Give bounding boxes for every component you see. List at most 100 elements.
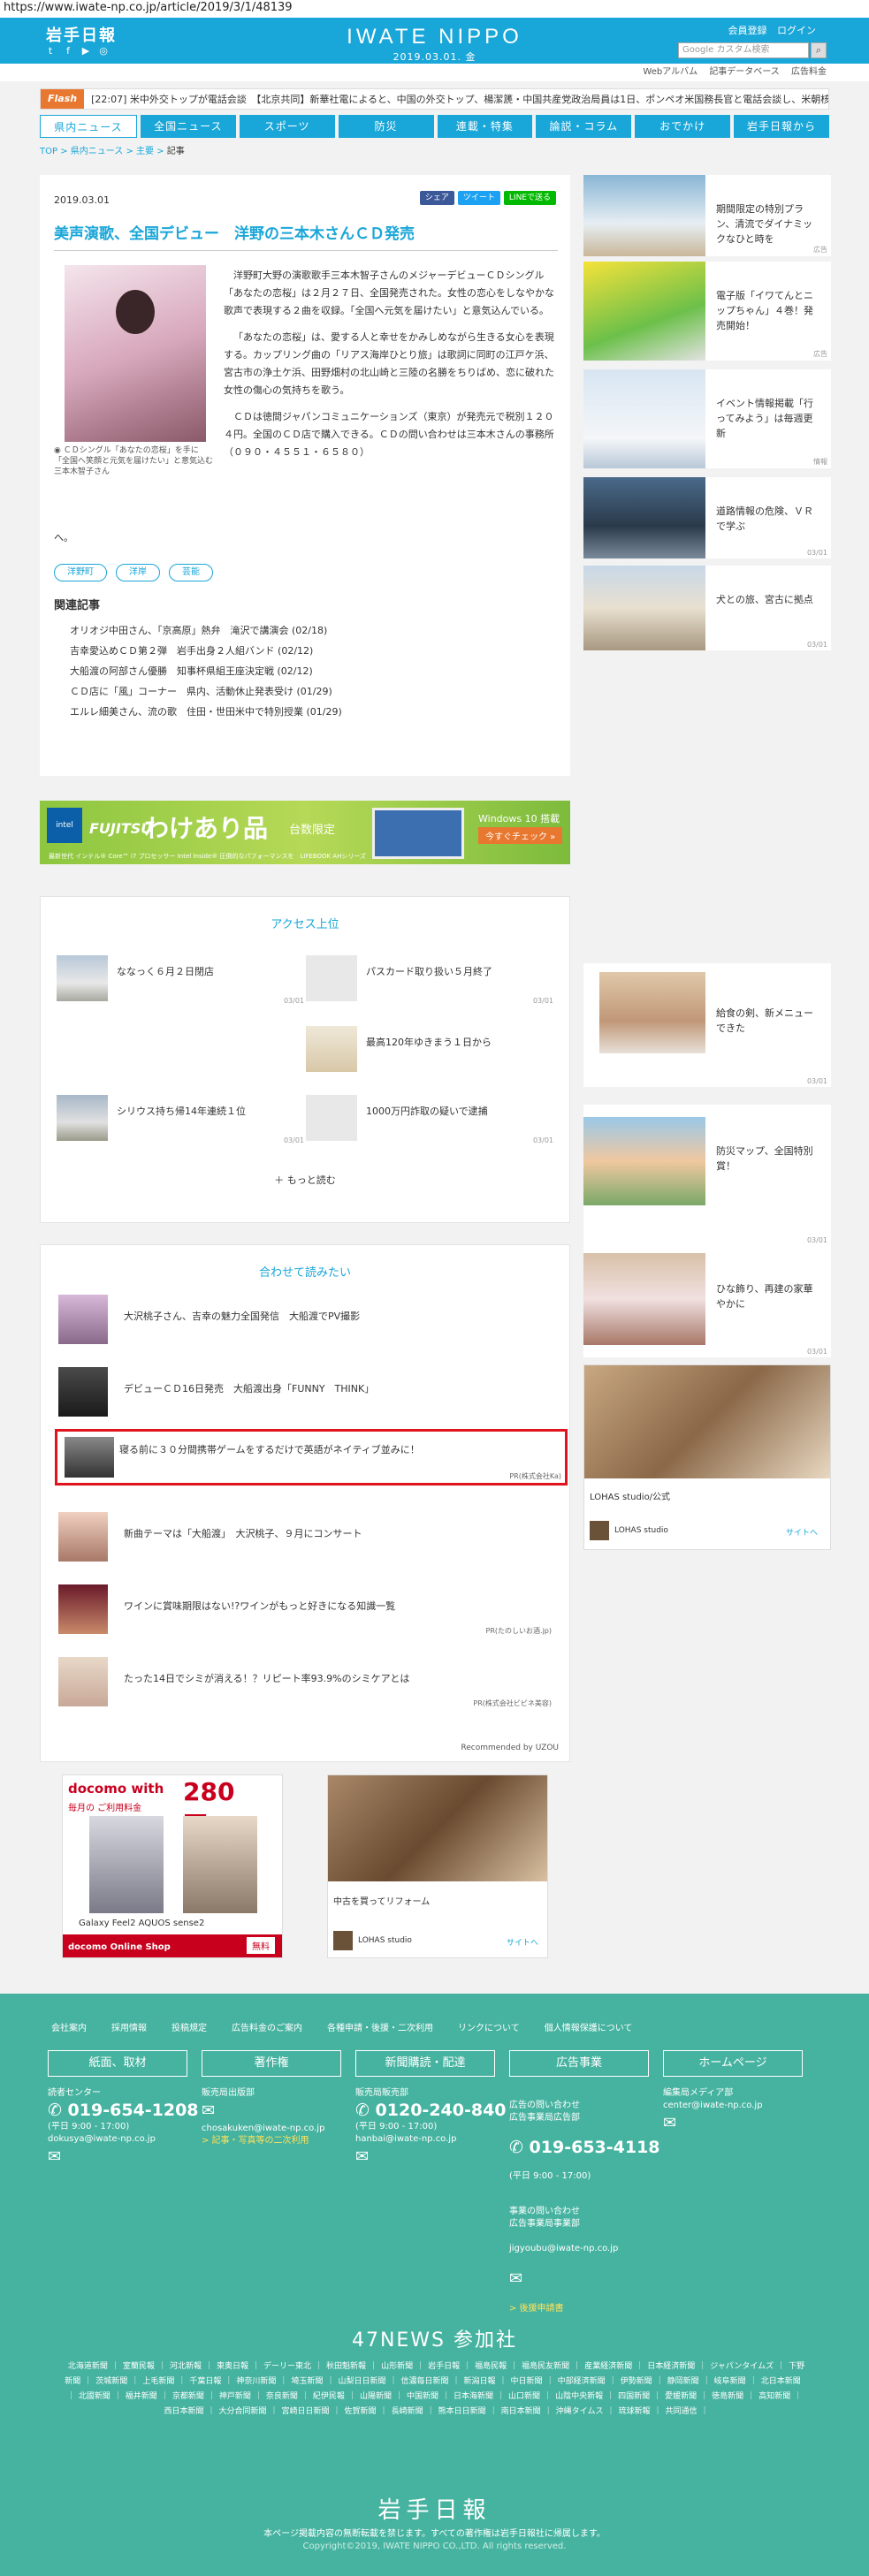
banner-cta[interactable]: 今すぐチェック »: [478, 827, 563, 844]
related-link[interactable]: 吉幸愛込めＣＤ第２弾 岩手出身２人組バンド (02/12): [70, 641, 342, 661]
newspaper-link[interactable]: 山陽新聞: [360, 2392, 392, 2401]
newspaper-link[interactable]: 埼玉新聞: [291, 2377, 323, 2386]
newspaper-link[interactable]: 信濃毎日新聞: [400, 2377, 448, 2386]
uzou-powered[interactable]: Recommended by UZOU: [461, 1744, 559, 1752]
newspaper-link[interactable]: 静岡新聞: [667, 2377, 699, 2386]
newspaper-link[interactable]: 日本海新聞: [454, 2392, 493, 2401]
phone-number[interactable]: ✆ 0120-240-840: [355, 2100, 507, 2121]
ranking-item[interactable]: 1000万円詐取の疑いで逮捕 03/01: [306, 1095, 553, 1146]
recommend-item[interactable]: デビューＣＤ16日発売 大船渡出身「FUNNY THINK」: [55, 1367, 555, 1420]
nav-sports[interactable]: スポーツ: [239, 115, 335, 138]
side-item[interactable]: 給食の剣、新メニューできた 03/01: [583, 963, 831, 1087]
subnav-album[interactable]: Webアルバム: [643, 67, 697, 77]
newspaper-link[interactable]: 日本経済新聞: [647, 2362, 695, 2371]
subnav-database[interactable]: 記事データベース: [709, 67, 780, 77]
nav-local-news[interactable]: 県内ニュース: [40, 115, 137, 138]
newspaper-link[interactable]: 北國新聞: [79, 2392, 111, 2401]
mail-icon[interactable]: ✉: [509, 2268, 660, 2291]
recommend-item[interactable]: たった14日でシミが消える！？リピート率93.9%のシミケアとは PR(株式会社…: [55, 1657, 555, 1710]
recommend-item[interactable]: 新曲テーマは「大船渡」 大沢桃子、９月にコンサート: [55, 1512, 555, 1565]
footer-link[interactable]: 会社案内: [51, 2020, 87, 2033]
secondary-use-link[interactable]: > 記事・写真等の二次利用: [202, 2135, 324, 2147]
ranking-item[interactable]: ななっく６月２日閉店 03/01: [57, 955, 304, 1007]
newspaper-link[interactable]: 愛媛新聞: [665, 2392, 697, 2401]
footer-link[interactable]: 広告料金のご案内: [232, 2020, 302, 2033]
mail-icon[interactable]: ✉: [48, 2146, 199, 2169]
newspaper-link[interactable]: 中部経済新聞: [558, 2377, 606, 2386]
recommend-ad-highlight[interactable]: 寝る前に３０分間携帯ゲームをするだけで英語がネイティブ並みに！ PR(株式会社K…: [55, 1429, 568, 1486]
newspaper-link[interactable]: 山梨日日新聞: [338, 2377, 385, 2386]
subnav-adrates[interactable]: 広告料金: [791, 67, 827, 77]
newspaper-link[interactable]: 徳島新聞: [712, 2392, 743, 2401]
search-button[interactable]: ⌕: [811, 42, 827, 58]
line-share-button[interactable]: LINEで送る: [503, 191, 556, 205]
sponsor-form-link[interactable]: > 後援申請書: [509, 2303, 660, 2315]
newspaper-link[interactable]: 神奈川新聞: [236, 2377, 276, 2386]
fujitsu-banner-ad[interactable]: intel FUJITSU わけあり品 台数限定 Windows 10 搭載 今…: [40, 801, 570, 864]
ranking-item[interactable]: パスカード取り扱い５月終了 03/01: [306, 955, 553, 1007]
newspaper-link[interactable]: 中国新聞: [407, 2392, 438, 2401]
newspaper-link[interactable]: 山口新聞: [508, 2392, 540, 2401]
recommend-item[interactable]: ワインに賞味期限はない!?ワインがもっと好きになる知識一覧 PR(たのしいお酒.…: [55, 1584, 555, 1638]
newspaper-link[interactable]: 福井新聞: [126, 2392, 157, 2401]
newspaper-link[interactable]: 西日本新聞: [164, 2407, 203, 2416]
newspaper-link[interactable]: 山形新聞: [381, 2362, 413, 2371]
newspaper-link[interactable]: 秋田魁新報: [326, 2362, 366, 2371]
nav-national-news[interactable]: 全国ニュース: [140, 115, 236, 138]
search-input[interactable]: Google カスタム検索: [678, 42, 809, 58]
newspaper-link[interactable]: 中日新聞: [511, 2377, 543, 2386]
newspaper-link[interactable]: 河北新報: [170, 2362, 202, 2371]
newspaper-link[interactable]: 福島民報: [475, 2362, 507, 2371]
newspaper-link[interactable]: 紀伊民報: [313, 2392, 345, 2401]
newspaper-link[interactable]: 南日本新聞: [501, 2407, 541, 2416]
ranking-item[interactable]: シリウス持ち帰14年連続１位 03/01: [57, 1095, 304, 1146]
ad-cta[interactable]: サイトへ: [507, 1936, 538, 1948]
newspaper-link[interactable]: 長崎新聞: [392, 2407, 423, 2416]
crumb-main[interactable]: 主要: [136, 147, 154, 156]
footer-link[interactable]: 採用情報: [111, 2020, 147, 2033]
newspaper-link[interactable]: 四国新聞: [618, 2392, 650, 2401]
flash-text[interactable]: [22:07] 米中外交トップが電話会談 【北京共同】新華社電によると、中国の外…: [91, 92, 828, 106]
nav-from-nippo[interactable]: 岩手日報から: [734, 115, 829, 138]
newspaper-link[interactable]: 山陰中央新報: [555, 2392, 603, 2401]
newspaper-link[interactable]: 伊勢新聞: [621, 2377, 652, 2386]
footer-link[interactable]: リンクについて: [458, 2020, 520, 2033]
side-item[interactable]: イベント情報掲載「行ってみよう」は毎週更新 情報: [583, 369, 831, 468]
newspaper-link[interactable]: 福島民友新聞: [522, 2362, 569, 2371]
docomo-cta[interactable]: 無料: [247, 1937, 275, 1954]
lohas-side-ad[interactable]: LOHAS studio/公式 LOHAS studio サイトへ: [583, 1364, 831, 1550]
mail-icon[interactable]: ✉: [202, 2100, 324, 2123]
side-item[interactable]: 電子版「イワてんとニップちゃん」４巻！発売開始！ 広告: [583, 262, 831, 361]
newspaper-link[interactable]: 新潟日報: [464, 2377, 496, 2386]
newspaper-link[interactable]: 上毛新聞: [142, 2377, 174, 2386]
side-item[interactable]: 期間限定の特別プラン、清流でダイナミックなひと時を 広告: [583, 175, 831, 256]
login-link[interactable]: ログイン: [777, 25, 816, 36]
side-item[interactable]: ひな飾り、再建の家華やかに 03/01: [583, 1246, 831, 1357]
newspaper-link[interactable]: 共同通信: [666, 2407, 697, 2416]
footer-link[interactable]: 個人情報保護について: [545, 2020, 633, 2033]
nav-disaster[interactable]: 防災: [338, 115, 434, 138]
mail-icon[interactable]: ✉: [663, 2112, 763, 2135]
tag[interactable]: 洋野町: [54, 564, 107, 581]
related-link[interactable]: オリオジ中田さん、「京高原」熱弁 滝沢で講演会 (02/18): [70, 620, 342, 641]
newspaper-link[interactable]: 高知新聞: [758, 2392, 790, 2401]
ad-cta[interactable]: サイトへ: [786, 1526, 818, 1538]
ranking-item[interactable]: 最高120年ゆきまう１日から: [306, 1026, 553, 1077]
newspaper-link[interactable]: ジャパンタイムズ: [710, 2362, 774, 2371]
newspaper-link[interactable]: 岐阜新聞: [714, 2377, 746, 2386]
newspaper-link[interactable]: 産業経済新聞: [584, 2362, 632, 2371]
newspaper-link[interactable]: 佐賀新聞: [345, 2407, 377, 2416]
more-link[interactable]: ＋ もっと読む: [41, 1173, 569, 1187]
related-link[interactable]: ＣＤ店に「風」コーナー 県内、活動休止発表受け (01/29): [70, 681, 342, 702]
footer-link[interactable]: 各種申請・後援・二次利用: [327, 2020, 433, 2033]
newspaper-link[interactable]: 琉球新報: [619, 2407, 651, 2416]
nav-columns[interactable]: 論説・コラム: [536, 115, 632, 138]
footer-link[interactable]: 投稿規定: [172, 2020, 207, 2033]
mail-icon[interactable]: ✉: [355, 2146, 507, 2169]
facebook-share-button[interactable]: シェア: [419, 191, 454, 205]
newspaper-link[interactable]: 熊本日日新聞: [438, 2407, 486, 2416]
newspaper-link[interactable]: 東奥日報: [217, 2362, 248, 2371]
phone-number[interactable]: ✆ 019-653-4118: [509, 2137, 660, 2158]
related-link[interactable]: エルレ細美さん、流の歌 住田・世田米中で特別授業 (01/29): [70, 702, 342, 722]
newspaper-link[interactable]: 茨城新聞: [95, 2377, 127, 2386]
